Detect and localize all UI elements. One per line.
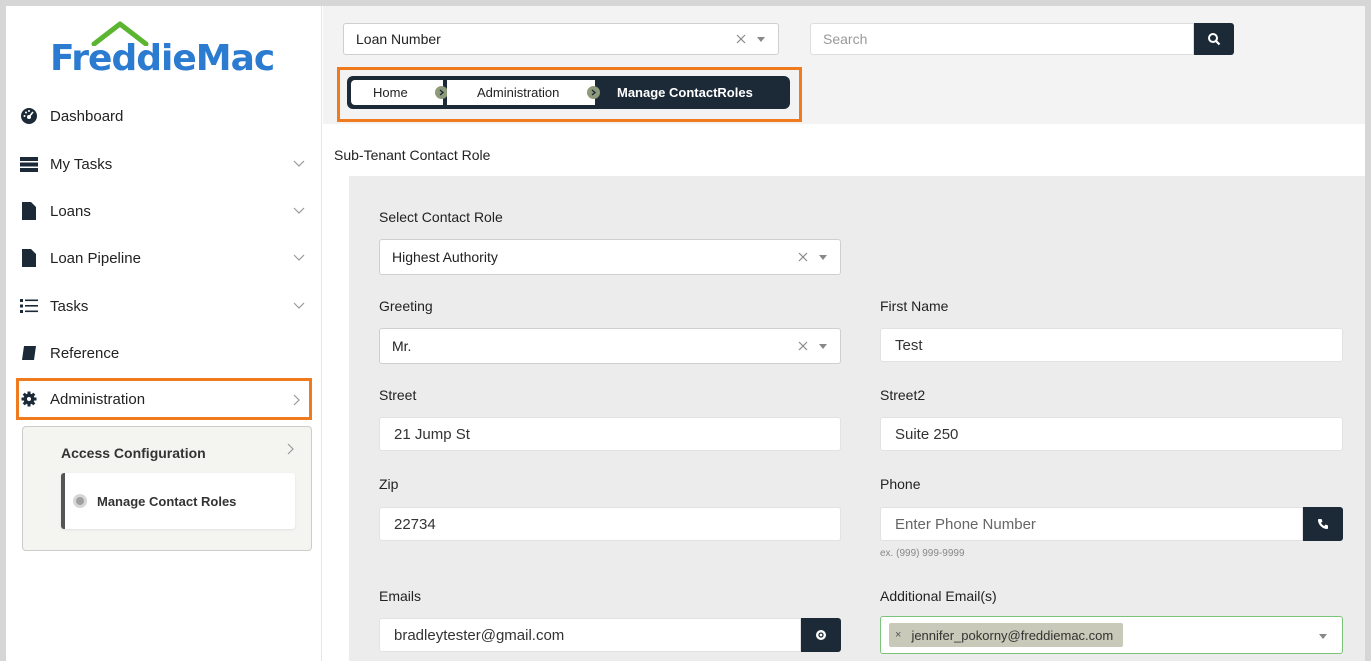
email-tag-label: jennifer_pokorny@freddiemac.com: [911, 627, 1114, 643]
first-name-label: First Name: [880, 298, 949, 314]
app-window: FreddieMac Dashboard My Tasks Loans Loan…: [0, 0, 1371, 661]
chevron-down-icon[interactable]: [292, 203, 306, 217]
chevron-right-icon: [587, 86, 600, 99]
phone-label: Phone: [880, 476, 921, 492]
greeting-label: Greeting: [379, 298, 433, 314]
dashboard-icon: [20, 107, 38, 125]
administration-submenu: Access Configuration Manage Contact Role…: [22, 426, 312, 551]
sidebar-item-loans[interactable]: Loans: [16, 193, 312, 229]
caret-down-icon[interactable]: [1318, 631, 1328, 641]
brand-name: FreddieMac: [50, 38, 275, 79]
main-content: Loan Number Search Home Administration M…: [323, 6, 1365, 661]
clear-icon[interactable]: [734, 32, 748, 46]
sidebar-item-dashboard[interactable]: Dashboard: [16, 98, 312, 134]
first-name-field[interactable]: Test: [880, 328, 1343, 362]
phone-icon: [1318, 519, 1328, 529]
zip-label: Zip: [379, 476, 399, 492]
sidebar: FreddieMac Dashboard My Tasks Loans Loan…: [6, 6, 322, 661]
sidebar-item-label: Loan Pipeline: [50, 249, 141, 267]
active-dot-icon: [73, 494, 87, 508]
book-icon: [20, 344, 38, 362]
sidebar-item-administration[interactable]: Administration: [16, 378, 312, 420]
sidebar-item-reference[interactable]: Reference: [16, 335, 312, 371]
sidebar-item-label: Dashboard: [50, 107, 124, 125]
sidebar-item-my-tasks[interactable]: My Tasks: [16, 146, 312, 182]
search-icon: [1208, 33, 1221, 46]
contact-role-select[interactable]: Highest Authority: [379, 239, 841, 275]
clear-icon[interactable]: [796, 250, 810, 264]
search-input[interactable]: Search: [810, 23, 1194, 55]
loan-number-select-value: Loan Number: [356, 31, 441, 47]
list-icon: [20, 297, 38, 315]
submenu-item-manage-contact-roles[interactable]: Manage Contact Roles: [61, 473, 295, 529]
phone-hint: ex. (999) 999-9999: [880, 548, 965, 559]
gear-icon: [20, 390, 38, 408]
contact-role-value: Highest Authority: [392, 249, 498, 265]
caret-down-icon[interactable]: [818, 341, 828, 351]
street-label: Street: [379, 387, 417, 403]
caret-down-icon[interactable]: [818, 252, 828, 262]
street-field[interactable]: 21 Jump St: [379, 417, 841, 451]
section-title: Sub-Tenant Contact Role: [334, 147, 491, 163]
emails-label: Emails: [379, 588, 422, 604]
clear-icon[interactable]: [796, 339, 810, 353]
phone-button[interactable]: [1303, 507, 1343, 541]
document-icon: [20, 249, 38, 267]
remove-tag-icon[interactable]: ×: [895, 629, 901, 641]
street2-field[interactable]: Suite 250: [880, 417, 1343, 451]
additional-emails-select[interactable]: × jennifer_pokorny@freddiemac.com: [880, 616, 1343, 654]
sidebar-item-tasks[interactable]: Tasks: [16, 288, 312, 324]
additional-emails-label: Additional Email(s): [880, 588, 997, 604]
chevron-right-icon[interactable]: [289, 393, 303, 407]
sidebar-item-label: Reference: [50, 344, 120, 362]
document-icon: [20, 202, 38, 220]
chevron-down-icon[interactable]: [292, 250, 306, 264]
breadcrumb: Home Administration Manage ContactRoles: [347, 76, 790, 109]
loan-number-select[interactable]: Loan Number: [343, 23, 779, 55]
breadcrumb-home[interactable]: Home: [351, 80, 443, 105]
street2-label: Street2: [880, 387, 926, 403]
submenu-title-access-configuration[interactable]: Access Configuration: [61, 445, 206, 461]
chevron-down-icon[interactable]: [292, 298, 306, 312]
at-sign-icon: [816, 630, 826, 640]
greeting-value: Mr.: [392, 338, 412, 354]
email-add-button[interactable]: [801, 618, 841, 652]
top-bar: Loan Number Search Home Administration M…: [323, 6, 1365, 124]
search-button[interactable]: [1194, 23, 1234, 55]
zip-field[interactable]: 22734: [379, 507, 841, 541]
email-tag: × jennifer_pokorny@freddiemac.com: [889, 623, 1124, 647]
sidebar-item-label: Administration: [50, 390, 146, 408]
contact-role-label: Select Contact Role: [379, 209, 503, 225]
sidebar-item-loan-pipeline[interactable]: Loan Pipeline: [16, 240, 312, 276]
greeting-select[interactable]: Mr.: [379, 328, 841, 364]
breadcrumb-highlight: Home Administration Manage ContactRoles: [337, 67, 802, 122]
chevron-right-icon[interactable]: [283, 442, 297, 456]
sidebar-item-label: My Tasks: [50, 155, 113, 173]
emails-field[interactable]: bradleytester@gmail.com: [379, 618, 801, 652]
contact-role-form: Select Contact Role Highest Authority Gr…: [349, 176, 1365, 661]
submenu-item-label: Manage Contact Roles: [97, 493, 237, 509]
freddie-mac-logo[interactable]: FreddieMac: [50, 20, 280, 84]
sidebar-item-label: Tasks: [50, 297, 89, 315]
breadcrumb-administration[interactable]: Administration: [447, 80, 595, 105]
tasks-list-icon: [20, 155, 38, 173]
breadcrumb-current: Manage ContactRoles: [617, 85, 753, 100]
chevron-down-icon[interactable]: [292, 156, 306, 170]
caret-down-icon[interactable]: [756, 34, 766, 44]
phone-field[interactable]: Enter Phone Number: [880, 507, 1303, 541]
sidebar-item-label: Loans: [50, 202, 91, 220]
